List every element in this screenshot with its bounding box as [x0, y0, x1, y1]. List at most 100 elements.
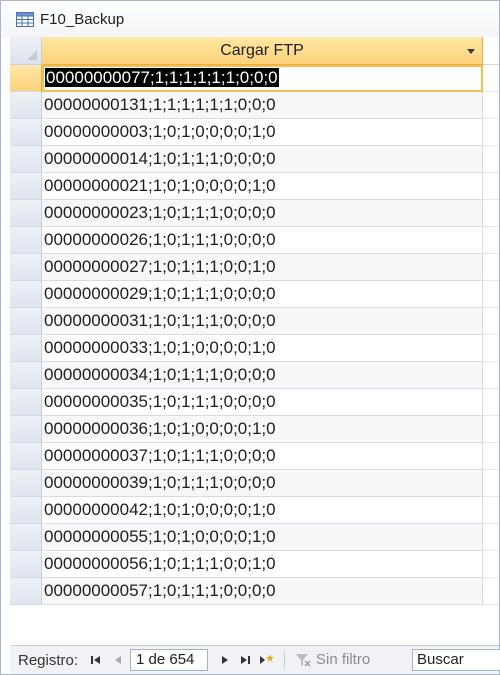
table-row[interactable]: 00000000131;1;1;1;1;1;1;0;0;0 [10, 92, 499, 119]
table-row[interactable]: 00000000026;1;0;1;1;1;0;0;0;0 [10, 227, 499, 254]
record-selector[interactable] [10, 146, 42, 173]
last-record-icon[interactable] [237, 652, 253, 668]
cargar-ftp-cell[interactable]: 00000000031;1;0;1;1;1;0;0;0;0 [42, 308, 483, 335]
table-row[interactable]: 00000000023;1;0;1;1;1;0;0;0;0 [10, 200, 499, 227]
table-row[interactable]: 00000000033;1;0;1;0;0;0;0;1;0 [10, 335, 499, 362]
record-selector[interactable] [10, 389, 42, 416]
cargar-ftp-cell[interactable]: 00000000056;1;0;1;1;1;0;0;1;0 [42, 551, 483, 578]
column-header-cargar-ftp[interactable]: Cargar FTP [42, 37, 483, 65]
record-selector[interactable] [10, 200, 42, 227]
row-filler [483, 578, 499, 605]
cell-value: 00000000035;1;0;1;1;1;0;0;0;0 [44, 392, 276, 411]
record-selector[interactable] [10, 497, 42, 524]
select-all-corner[interactable] [10, 37, 42, 65]
row-filler [483, 443, 499, 470]
cell-value: 00000000003;1;0;1;0;0;0;0;1;0 [44, 122, 276, 141]
record-selector[interactable] [10, 578, 42, 605]
row-filler [483, 524, 499, 551]
previous-record-icon[interactable] [110, 652, 126, 668]
table-row[interactable]: 00000000003;1;0;1;0;0;0;0;1;0 [10, 119, 499, 146]
datasheet-window: F10_Backup Cargar FTP 00000000077;1;1;1;… [0, 0, 500, 675]
datasheet-grid: Cargar FTP 00000000077;1;1;1;1;1;1;0;0;0… [10, 37, 499, 641]
first-record-icon[interactable] [88, 652, 104, 668]
row-filler [483, 65, 499, 92]
new-record-icon[interactable] [259, 652, 275, 668]
cargar-ftp-cell[interactable]: 00000000029;1;0;1;1;1;0;0;0;0 [42, 281, 483, 308]
record-selector[interactable] [10, 92, 42, 119]
row-filler [483, 308, 499, 335]
cargar-ftp-cell[interactable]: 00000000039;1;0;1;1;1;0;0;0;0 [42, 470, 483, 497]
row-filler [483, 551, 499, 578]
cargar-ftp-cell[interactable]: 00000000014;1;0;1;1;1;0;0;0;0 [42, 146, 483, 173]
cargar-ftp-cell[interactable]: 00000000131;1;1;1;1;1;1;0;0;0 [42, 92, 483, 119]
table-row[interactable]: 00000000021;1;0;1;0;0;0;0;1;0 [10, 173, 499, 200]
cargar-ftp-cell[interactable]: 00000000033;1;0;1;0;0;0;0;1;0 [42, 335, 483, 362]
record-selector[interactable] [10, 254, 42, 281]
row-filler [483, 362, 499, 389]
cell-value: 00000000131;1;1;1;1;1;1;0;0;0 [44, 95, 276, 114]
cell-value: 00000000057;1;0;1;1;1;0;0;0;0 [44, 581, 276, 600]
table-row[interactable]: 00000000014;1;0;1;1;1;0;0;0;0 [10, 146, 499, 173]
cell-value: 00000000027;1;0;1;1;1;0;0;1;0 [44, 257, 276, 276]
table-row[interactable]: 00000000035;1;0;1;1;1;0;0;0;0 [10, 389, 499, 416]
row-filler [483, 281, 499, 308]
record-navigation-bar: Registro: 1 de 654 Sin filtro Buscar [10, 645, 500, 674]
header-filler [483, 37, 499, 65]
cargar-ftp-cell[interactable]: 00000000057;1;0;1;1;1;0;0;0;0 [42, 578, 483, 605]
cargar-ftp-cell[interactable]: 00000000034;1;0;1;1;1;0;0;0;0 [42, 362, 483, 389]
table-row[interactable]: 00000000037;1;0;1;1;1;0;0;0;0 [10, 443, 499, 470]
record-selector[interactable] [10, 335, 42, 362]
record-selector[interactable] [10, 119, 42, 146]
cargar-ftp-cell[interactable]: 00000000003;1;0;1;0;0;0;0;1;0 [42, 119, 483, 146]
cargar-ftp-cell[interactable]: 00000000077;1;1;1;1;1;1;0;0;0 [42, 65, 483, 92]
record-selector[interactable] [10, 362, 42, 389]
record-selector[interactable] [10, 65, 42, 92]
current-record-field[interactable]: 1 de 654 [130, 649, 208, 671]
record-selector[interactable] [10, 308, 42, 335]
search-input[interactable]: Buscar [412, 649, 500, 671]
table-row[interactable]: 00000000042;1;0;1;0;0;0;0;1;0 [10, 497, 499, 524]
record-selector[interactable] [10, 281, 42, 308]
table-row[interactable]: 00000000027;1;0;1;1;1;0;0;1;0 [10, 254, 499, 281]
table-row[interactable]: 00000000039;1;0;1;1;1;0;0;0;0 [10, 470, 499, 497]
cargar-ftp-cell[interactable]: 00000000026;1;0;1;1;1;0;0;0;0 [42, 227, 483, 254]
record-selector[interactable] [10, 416, 42, 443]
row-filler [483, 92, 499, 119]
table-row[interactable]: 00000000057;1;0;1;1;1;0;0;0;0 [10, 578, 499, 605]
table-row[interactable]: 00000000055;1;0;1;0;0;0;0;1;0 [10, 524, 499, 551]
record-selector[interactable] [10, 551, 42, 578]
table-row[interactable]: 00000000031;1;0;1;1;1;0;0;0;0 [10, 308, 499, 335]
record-selector[interactable] [10, 173, 42, 200]
cell-value: 00000000023;1;0;1;1;1;0;0;0;0 [44, 203, 276, 222]
cell-value: 00000000029;1;0;1;1;1;0;0;0;0 [44, 284, 276, 303]
column-header-label: Cargar FTP [220, 41, 304, 59]
next-record-icon[interactable] [217, 652, 233, 668]
filter-toggle-button[interactable]: Sin filtro [294, 651, 370, 668]
no-filter-icon [296, 653, 311, 667]
row-filler [483, 227, 499, 254]
table-row[interactable]: 00000000029;1;0;1;1;1;0;0;0;0 [10, 281, 499, 308]
cargar-ftp-cell[interactable]: 00000000021;1;0;1;0;0;0;0;1;0 [42, 173, 483, 200]
table-row[interactable]: 00000000036;1;0;1;0;0;0;0;1;0 [10, 416, 499, 443]
cargar-ftp-cell[interactable]: 00000000027;1;0;1;1;1;0;0;1;0 [42, 254, 483, 281]
window-title: F10_Backup [40, 11, 125, 28]
cell-value: 00000000036;1;0;1;0;0;0;0;1;0 [44, 419, 276, 438]
table-row[interactable]: 00000000077;1;1;1;1;1;1;0;0;0 [10, 65, 499, 92]
row-filler [483, 416, 499, 443]
datasheet-icon [16, 12, 34, 27]
cargar-ftp-cell[interactable]: 00000000037;1;0;1;1;1;0;0;0;0 [42, 443, 483, 470]
select-all-icon [27, 50, 37, 60]
cargar-ftp-cell[interactable]: 00000000023;1;0;1;1;1;0;0;0;0 [42, 200, 483, 227]
record-selector[interactable] [10, 470, 42, 497]
cell-value: 00000000026;1;0;1;1;1;0;0;0;0 [44, 230, 276, 249]
record-selector[interactable] [10, 227, 42, 254]
record-selector[interactable] [10, 524, 42, 551]
cargar-ftp-cell[interactable]: 00000000042;1;0;1;0;0;0;0;1;0 [42, 497, 483, 524]
cargar-ftp-cell[interactable]: 00000000036;1;0;1;0;0;0;0;1;0 [42, 416, 483, 443]
cargar-ftp-cell[interactable]: 00000000035;1;0;1;1;1;0;0;0;0 [42, 389, 483, 416]
table-row[interactable]: 00000000034;1;0;1;1;1;0;0;0;0 [10, 362, 499, 389]
table-row[interactable]: 00000000056;1;0;1;1;1;0;0;1;0 [10, 551, 499, 578]
record-selector[interactable] [10, 443, 42, 470]
cargar-ftp-cell[interactable]: 00000000055;1;0;1;0;0;0;0;1;0 [42, 524, 483, 551]
sort-dropdown-arrow-icon[interactable] [467, 49, 475, 54]
